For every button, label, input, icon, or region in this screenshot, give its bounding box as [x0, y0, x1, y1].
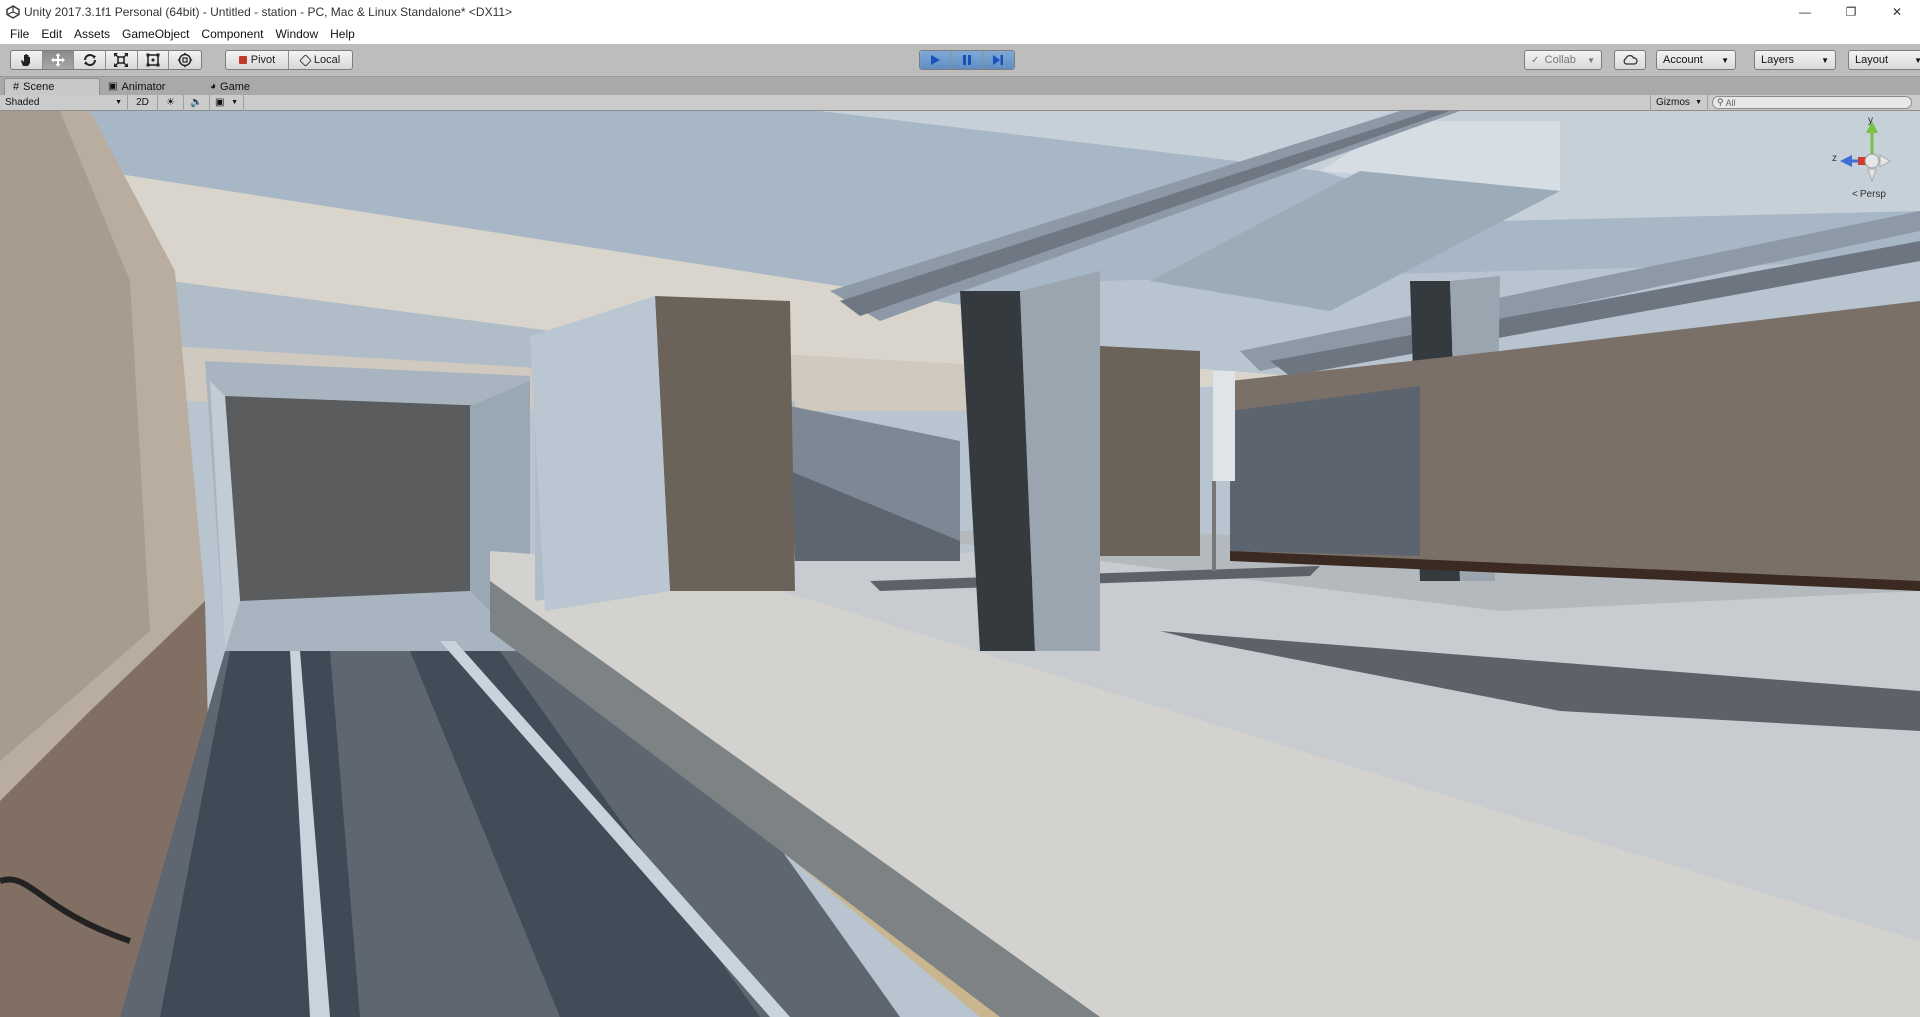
menu-edit[interactable]: Edit: [35, 27, 68, 41]
menu-gameobject[interactable]: GameObject: [116, 27, 195, 41]
tab-animator-label: Animator: [121, 80, 166, 93]
image-icon: ▣: [215, 97, 225, 108]
draw-mode-dropdown[interactable]: Shaded ▼: [0, 94, 128, 111]
chevron-down-icon: ▼: [1821, 55, 1829, 65]
menu-component[interactable]: Component: [195, 27, 269, 41]
search-icon: ⚲: [1717, 97, 1724, 107]
collab-dropdown[interactable]: ✓ Collab ▼: [1524, 50, 1602, 70]
chevron-down-icon: ▼: [1914, 55, 1920, 65]
layout-label: Layout: [1855, 54, 1889, 66]
draw-mode-label: Shaded: [5, 97, 40, 108]
cloud-button[interactable]: [1614, 50, 1646, 70]
menu-window[interactable]: Window: [269, 27, 324, 41]
chevron-down-icon: ▼: [1721, 55, 1729, 65]
animator-icon: ▣: [108, 81, 118, 92]
title-bar: Unity 2017.3.1f1 Personal (64bit) - Unti…: [0, 0, 1920, 24]
chevron-down-icon: ▼: [1587, 55, 1595, 65]
menu-help[interactable]: Help: [324, 27, 361, 41]
play-icon[interactable]: [920, 51, 952, 69]
step-icon[interactable]: [982, 51, 1014, 69]
play-controls: [919, 50, 1015, 70]
scene-viewport[interactable]: y z < Persp: [0, 111, 1920, 1017]
checkmark-icon: ✓: [1531, 54, 1540, 66]
window-title: Unity 2017.3.1f1 Personal (64bit) - Unti…: [24, 5, 513, 19]
pivot-button[interactable]: Pivot: [226, 51, 290, 69]
2d-toggle[interactable]: 2D: [128, 94, 158, 111]
menu-assets[interactable]: Assets: [68, 27, 116, 41]
2d-label: 2D: [136, 97, 149, 108]
chevron-down-icon: ▼: [115, 99, 122, 106]
tab-game-label: Game: [220, 80, 251, 93]
local-label: Local: [313, 54, 341, 66]
chevron-down-icon: ▼: [231, 99, 238, 106]
tab-scene[interactable]: # Scene: [4, 78, 100, 95]
view-tabs: # Scene ▣ Animator ◕ Game: [0, 77, 1920, 95]
scene-search-input[interactable]: ⚲ All: [1712, 96, 1912, 109]
unity-logo-icon: [6, 5, 20, 19]
menu-bar: File Edit Assets GameObject Component Wi…: [0, 24, 1920, 44]
close-icon[interactable]: ✕: [1874, 0, 1920, 24]
pivot-local-group: Pivot Local: [225, 50, 353, 70]
search-placeholder: All: [1725, 97, 1736, 108]
scale-tool-icon[interactable]: [106, 51, 138, 69]
pivot-icon: [238, 56, 247, 64]
game-icon: ◕: [210, 81, 217, 92]
layers-dropdown[interactable]: Layers ▼: [1754, 50, 1836, 70]
effects-dropdown[interactable]: ▣ ▼: [210, 94, 244, 111]
local-button[interactable]: Local: [289, 51, 352, 69]
axis-z-label: z: [1832, 153, 1837, 164]
menu-file[interactable]: File: [4, 27, 35, 41]
minimize-icon[interactable]: —: [1782, 0, 1828, 24]
tab-animator[interactable]: ▣ Animator: [100, 78, 202, 95]
layers-label: Layers: [1761, 54, 1795, 66]
collab-label: Collab: [1544, 54, 1576, 66]
tab-game[interactable]: ◕ Game: [202, 78, 282, 95]
rotate-tool-icon[interactable]: [74, 51, 107, 69]
chevron-down-icon: ▼: [1695, 99, 1702, 106]
cloud-icon: [1623, 55, 1638, 65]
gizmos-label: Gizmos: [1656, 97, 1690, 108]
account-label: Account: [1663, 54, 1703, 66]
scene-icon: #: [13, 81, 20, 93]
pause-icon[interactable]: [951, 51, 983, 69]
main-toolbar: Pivot Local ✓ Collab ▼ Account ▼ Layers …: [0, 44, 1920, 77]
chevron-left-icon: <: [1852, 189, 1858, 200]
projection-label: Persp: [1859, 189, 1886, 200]
scene-orientation-gizmo[interactable]: y z < Persp: [1832, 115, 1912, 209]
audio-toggle-icon[interactable]: 🔈: [184, 94, 210, 111]
scene-toolbar: Shaded ▼ 2D ☀ 🔈 ▣ ▼ Gizmos ▼ ⚲ All: [0, 94, 1920, 111]
transform-tools: [10, 50, 202, 70]
rect-tool-icon[interactable]: [138, 51, 170, 69]
layout-dropdown[interactable]: Layout ▼: [1848, 50, 1920, 70]
scene-render: [0, 111, 1920, 1017]
tab-scene-label: Scene: [23, 81, 55, 93]
pivot-label: Pivot: [250, 54, 276, 66]
gizmos-dropdown[interactable]: Gizmos ▼: [1650, 94, 1708, 111]
hand-tool-icon[interactable]: [11, 51, 43, 69]
lighting-toggle-icon[interactable]: ☀: [158, 94, 184, 111]
move-tool-icon[interactable]: [42, 51, 75, 69]
local-icon: [298, 53, 312, 67]
account-dropdown[interactable]: Account ▼: [1656, 50, 1736, 70]
axis-y-label: y: [1868, 115, 1873, 126]
restore-icon[interactable]: ❐: [1828, 0, 1874, 24]
projection-toggle[interactable]: < Persp: [1852, 189, 1886, 200]
transform-tool-icon[interactable]: [169, 51, 201, 69]
